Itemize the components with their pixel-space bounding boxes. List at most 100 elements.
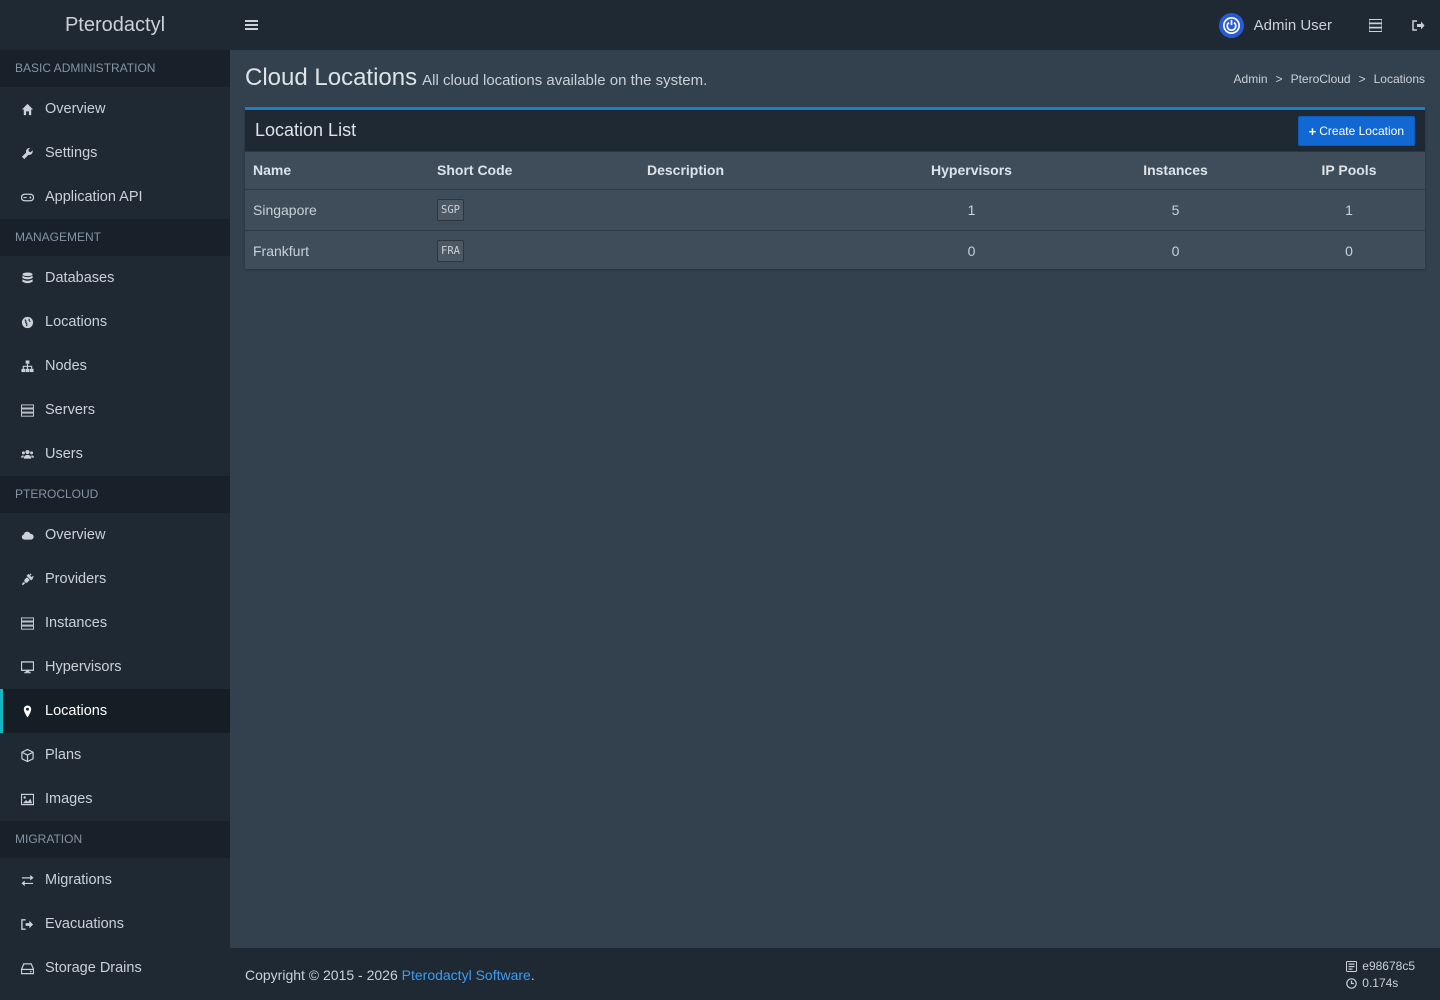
clock-icon xyxy=(1346,978,1358,989)
sidebar-item-label: Settings xyxy=(45,145,98,161)
cell-instances: 5 xyxy=(1078,189,1273,231)
sidebar-item-label: Nodes xyxy=(45,358,87,374)
power-icon xyxy=(1218,12,1244,38)
box-header: Location List + Create Location xyxy=(245,110,1425,152)
sidebar-item-databases[interactable]: Databases xyxy=(0,256,230,300)
sidebar-item-migrations[interactable]: Migrations xyxy=(0,858,230,902)
sidebar-item-label: Images xyxy=(45,791,93,807)
server-icon xyxy=(21,403,37,417)
create-location-label: Create Location xyxy=(1319,124,1404,138)
user-menu[interactable]: Admin User xyxy=(1218,12,1354,38)
sidebar-item-hypervisors[interactable]: Hypervisors xyxy=(0,645,230,689)
footer-copyright: Copyright © 2015 - 2026 Pterodactyl Soft… xyxy=(245,967,535,983)
sign-out-icon xyxy=(21,917,37,931)
cell-short-code: FRA xyxy=(429,230,639,271)
sidebar-item-label: Providers xyxy=(45,571,107,587)
plug-icon xyxy=(21,572,37,586)
short-code-badge: FRA xyxy=(437,239,464,262)
cell-hypervisors: 1 xyxy=(865,189,1078,231)
cell-description xyxy=(639,189,865,231)
code-branch-icon xyxy=(1346,961,1358,972)
create-location-button[interactable]: + Create Location xyxy=(1297,116,1415,146)
app-logo[interactable]: Pterodactyl xyxy=(0,0,230,50)
cell-description xyxy=(639,230,865,271)
cell-short-code: SGP xyxy=(429,189,639,231)
logout-icon[interactable] xyxy=(1397,0,1440,50)
sidebar-item-providers[interactable]: Providers xyxy=(0,557,230,601)
cube-icon xyxy=(21,748,37,762)
sidebar-item-users[interactable]: Users xyxy=(0,432,230,476)
sitemap-icon xyxy=(21,359,37,373)
page-header: Cloud Locations All cloud locations avai… xyxy=(245,64,707,92)
sidebar-item-cloud-overview[interactable]: Overview xyxy=(0,513,230,557)
sidebar-item-cloud-locations[interactable]: Locations xyxy=(0,689,230,733)
desktop-icon xyxy=(21,660,37,674)
version-hash: e98678c5 xyxy=(1362,959,1415,973)
table-row[interactable]: Singapore SGP 1 5 1 xyxy=(245,189,1425,231)
version-row: e98678c5 xyxy=(1346,958,1415,975)
column-header-short-code: Short Code xyxy=(429,152,639,190)
cell-ip-pools: 1 xyxy=(1273,189,1425,231)
sidebar-section-management: MANAGEMENT xyxy=(0,219,230,256)
users-icon xyxy=(21,447,37,461)
sidebar-item-label: Instances xyxy=(45,615,108,631)
cell-name[interactable]: Frankfurt xyxy=(245,230,429,271)
sidebar-section-pterocloud: PTEROCLOUD xyxy=(0,476,230,513)
table-header-row: Name Short Code Description Hypervisors … xyxy=(245,152,1425,190)
main-content: Cloud Locations All cloud locations avai… xyxy=(230,50,1440,948)
sidebar-item-label: Users xyxy=(45,446,83,462)
sidebar-toggle-button[interactable] xyxy=(230,0,272,50)
breadcrumb-separator: > xyxy=(1275,72,1283,86)
pterodactyl-link[interactable]: Pterodactyl Software xyxy=(402,967,531,983)
user-name: Admin User xyxy=(1253,16,1332,34)
cell-instances: 0 xyxy=(1171,242,1180,259)
sidebar-item-label: Locations xyxy=(45,703,108,719)
sidebar-item-plans[interactable]: Plans xyxy=(0,733,230,777)
breadcrumb-pterocloud[interactable]: PteroCloud xyxy=(1291,72,1351,86)
copyright-text: Copyright © 2015 - 2026 xyxy=(245,967,402,983)
sidebar-item-storage-drains[interactable]: Storage Drains xyxy=(0,946,230,990)
sidebar-item-label: Databases xyxy=(45,270,115,286)
cell-hypervisors: 0 xyxy=(967,242,976,259)
page-subtitle: All cloud locations available on the sys… xyxy=(422,72,708,89)
sidebar-item-overview[interactable]: Overview xyxy=(0,87,230,131)
sidebar-item-label: Servers xyxy=(45,402,95,418)
sidebar-section-migration: MIGRATION xyxy=(0,821,230,858)
sidebar-item-label: Overview xyxy=(45,527,106,543)
exchange-icon xyxy=(21,873,37,887)
sidebar-section-basic-administration: BASIC ADMINISTRATION xyxy=(0,50,230,87)
home-icon xyxy=(21,102,37,116)
cell-ip-pools: 0 xyxy=(1345,242,1353,259)
hamburger-icon[interactable] xyxy=(230,0,272,50)
column-header-description: Description xyxy=(639,152,865,190)
sidebar-item-images[interactable]: Images xyxy=(0,777,230,821)
cloud-icon xyxy=(21,528,37,542)
breadcrumb-admin[interactable]: Admin xyxy=(1234,72,1268,86)
sidebar-item-label: Storage Drains xyxy=(45,960,142,976)
sidebar-item-instances[interactable]: Instances xyxy=(0,601,230,645)
plus-icon: + xyxy=(1308,123,1317,139)
globe-icon xyxy=(21,315,37,329)
table-row[interactable]: Frankfurt FRA 0 0 0 xyxy=(245,230,1425,271)
server-icon[interactable] xyxy=(1354,0,1397,50)
box-title: Location List xyxy=(255,120,357,140)
sidebar-item-application-api[interactable]: Application API xyxy=(0,175,230,219)
map-marker-icon xyxy=(21,704,37,718)
sidebar-item-evacuations[interactable]: Evacuations xyxy=(0,902,230,946)
gamepad-icon xyxy=(21,190,37,204)
sidebar-item-label: Migrations xyxy=(45,872,112,888)
page-title: Cloud Locations xyxy=(245,64,418,91)
sidebar-item-nodes[interactable]: Nodes xyxy=(0,344,230,388)
sidebar-item-label: Locations xyxy=(45,314,108,330)
server-icon xyxy=(21,616,37,630)
column-header-name: Name xyxy=(245,152,429,190)
sidebar-item-label: Application API xyxy=(45,189,143,205)
sidebar-item-servers[interactable]: Servers xyxy=(0,388,230,432)
render-time: 0.174s xyxy=(1362,976,1399,990)
hdd-icon xyxy=(21,961,37,975)
sidebar-item-settings[interactable]: Settings xyxy=(0,131,230,175)
sidebar-item-locations[interactable]: Locations xyxy=(0,300,230,344)
sidebar-item-label: Overview xyxy=(45,101,106,117)
breadcrumb-separator: > xyxy=(1358,72,1366,86)
cell-name[interactable]: Singapore xyxy=(245,189,429,231)
